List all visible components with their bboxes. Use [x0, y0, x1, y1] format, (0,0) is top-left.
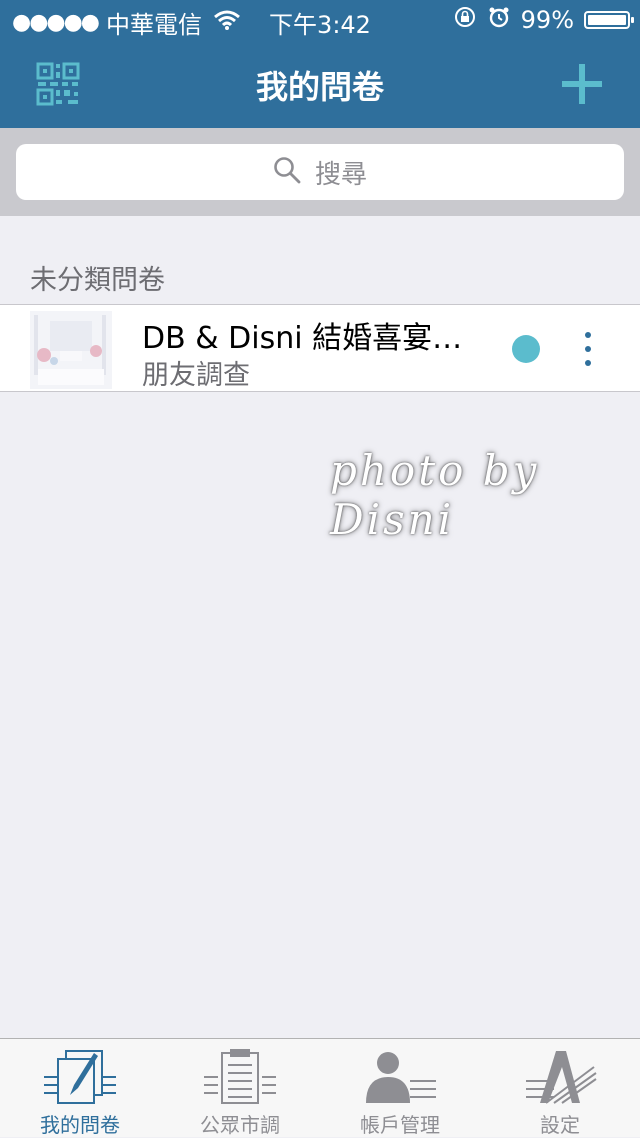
settings-icon	[526, 1051, 597, 1104]
tab-public-surveys[interactable]: 公眾市調	[160, 1039, 320, 1137]
search-container: 搜尋	[0, 128, 640, 216]
tab-settings[interactable]: 設定	[480, 1039, 640, 1137]
nav-bar: 我的問卷	[0, 40, 640, 128]
search-placeholder: 搜尋	[314, 159, 367, 190]
tab-label: 帳戶管理	[360, 1113, 440, 1137]
my-survey-icon	[44, 1050, 116, 1104]
plus-icon	[562, 64, 602, 104]
section-header: 未分類問卷	[30, 265, 165, 296]
battery-icon	[584, 11, 634, 29]
search-icon	[273, 156, 301, 188]
tab-my-surveys[interactable]: 我的問卷	[0, 1039, 160, 1137]
survey-thumbnail	[30, 311, 112, 389]
tab-label: 公眾市調	[200, 1113, 280, 1137]
orientation-lock-icon	[453, 5, 477, 35]
survey-category: 朋友調查	[142, 360, 250, 391]
account-icon	[366, 1052, 436, 1103]
tab-label: 設定	[540, 1113, 580, 1137]
tab-account[interactable]: 帳戶管理	[320, 1039, 480, 1137]
battery-percent: 99%	[520, 6, 574, 34]
more-options-icon[interactable]	[580, 329, 596, 369]
alarm-icon	[487, 5, 511, 35]
status-right: 99%	[453, 5, 634, 35]
tab-bar: 我的問卷 公眾市調 帳戶管理 設定	[0, 1038, 640, 1137]
survey-name: DB & Disni 結婚喜宴…	[142, 321, 463, 356]
survey-status-indicator	[512, 335, 540, 363]
status-bar: ●●●●● 中華電信 下午3:42 99%	[0, 0, 640, 40]
survey-row[interactable]: DB & Disni 結婚喜宴… 朋友調查	[0, 304, 640, 392]
search-input[interactable]: 搜尋	[16, 144, 624, 200]
page-title: 我的問卷	[255, 68, 384, 106]
tab-label: 我的問卷	[40, 1113, 120, 1137]
add-survey-button[interactable]	[560, 62, 604, 106]
clipboard-icon	[204, 1049, 276, 1104]
photo-watermark: photo by Disni	[330, 446, 540, 544]
